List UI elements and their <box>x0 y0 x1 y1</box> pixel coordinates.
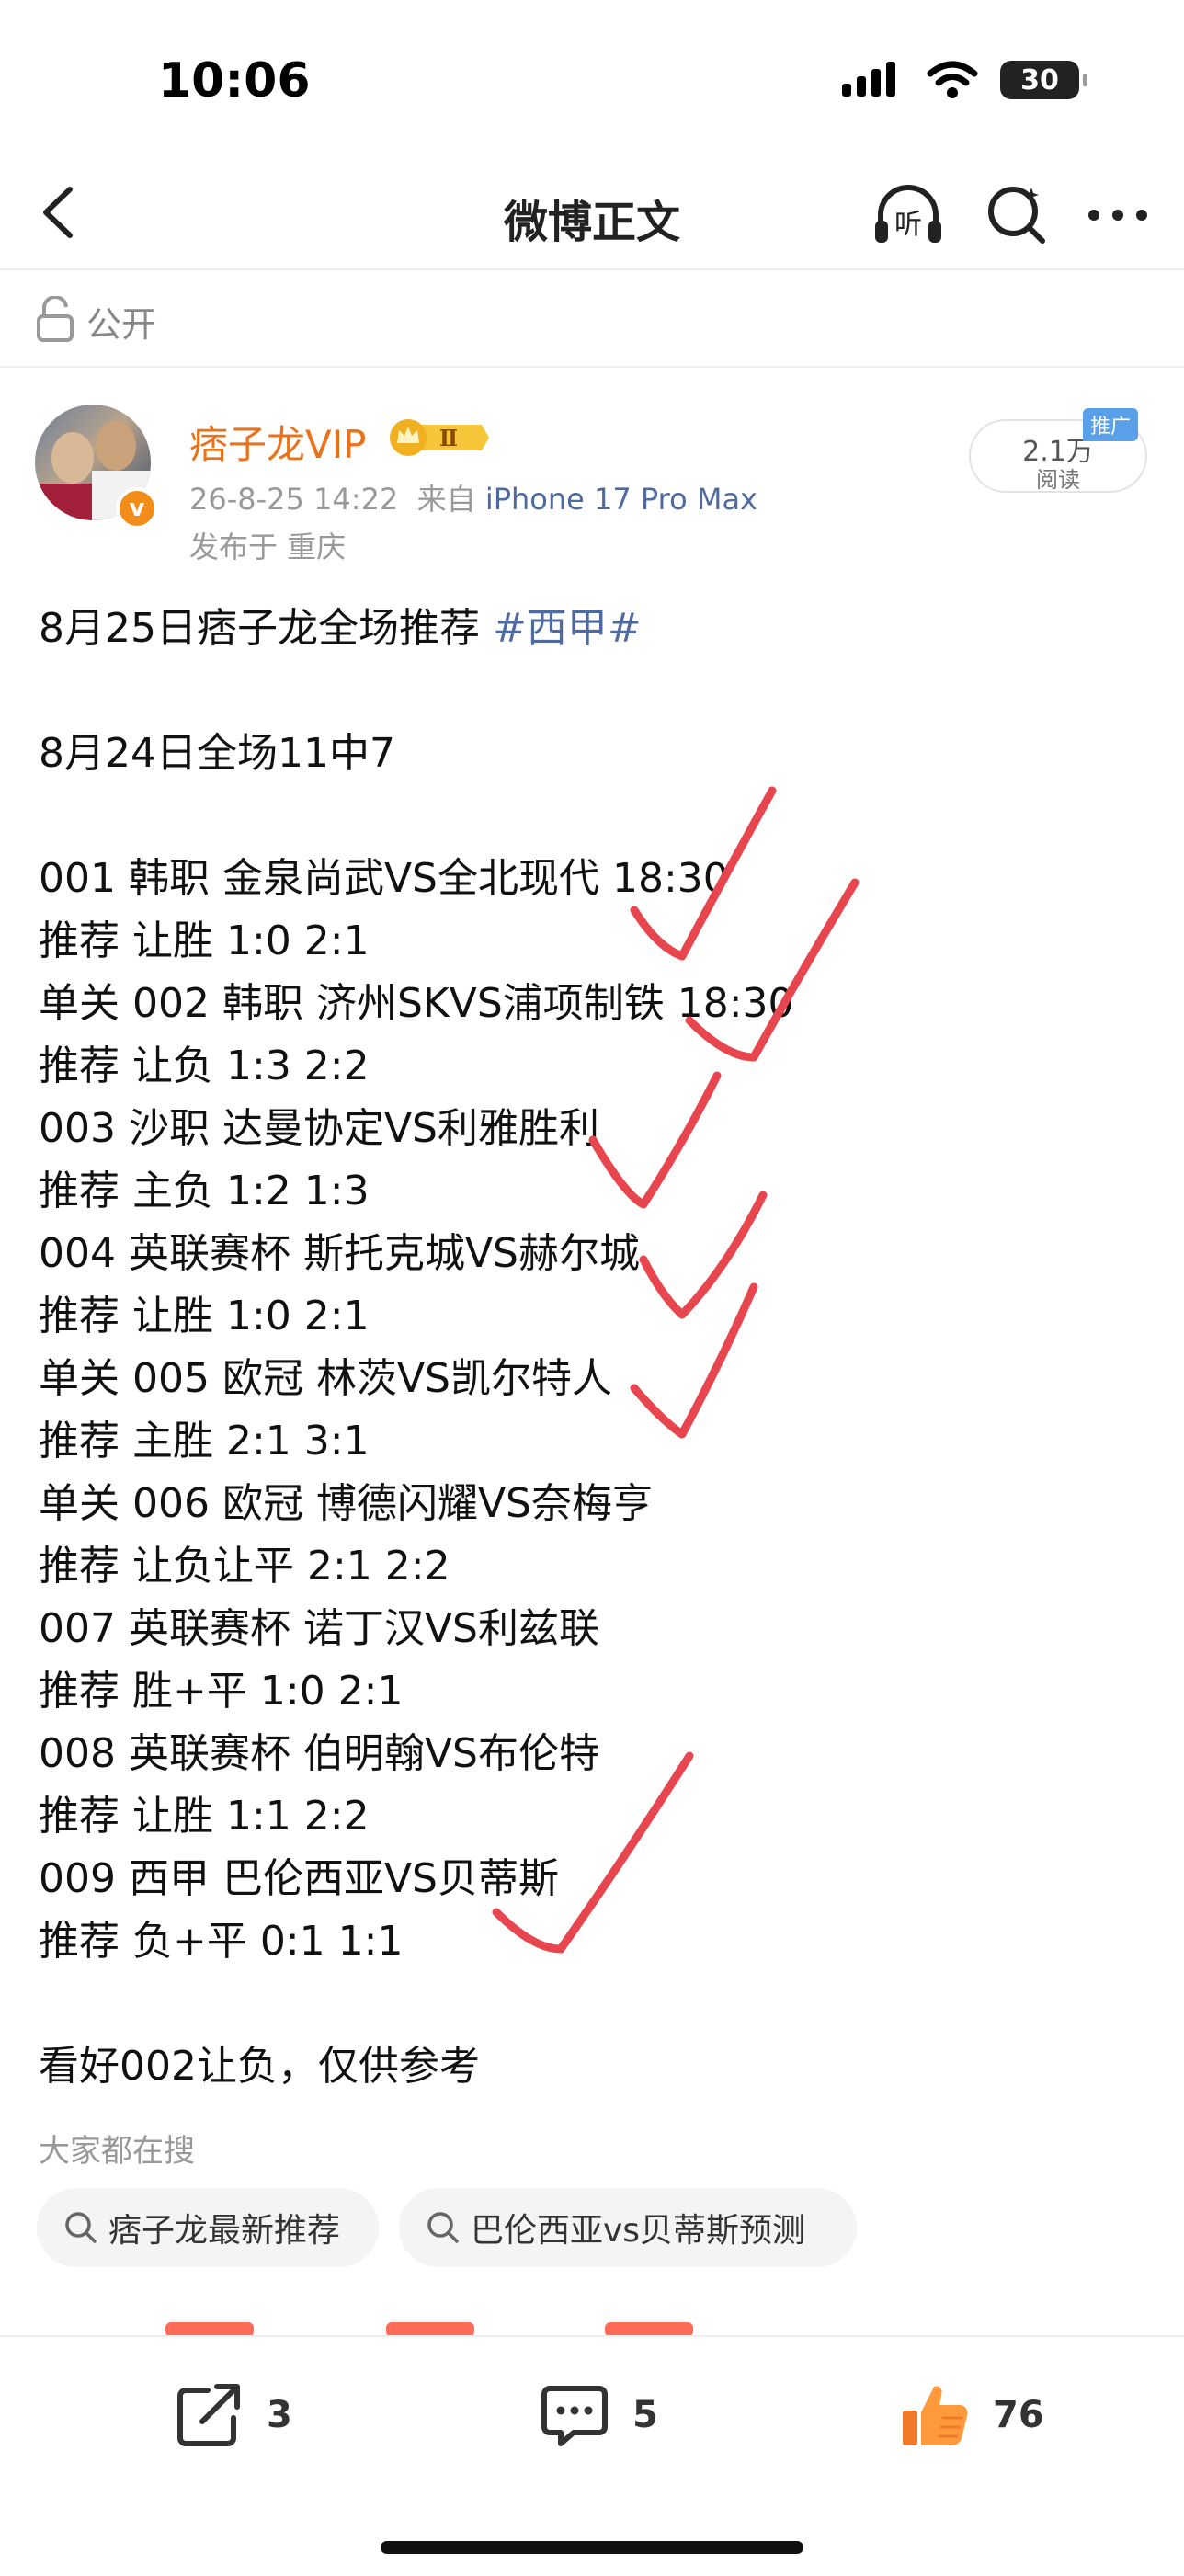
comment-count: 5 <box>632 2394 658 2436</box>
search-icon <box>65 2212 97 2243</box>
listen-button[interactable]: 听 <box>871 178 945 252</box>
more-icon[interactable] <box>1081 178 1155 252</box>
post-body: 8月25日痞子龙全场推荐 #西甲# 8月24日全场11中7 001 韩职 金泉尚武… <box>39 598 1160 2098</box>
status-time: 10:06 <box>158 53 311 108</box>
username[interactable]: 痞子龙VIP <box>189 414 366 470</box>
search-icon[interactable] <box>980 178 1053 252</box>
thumbs-up-icon <box>903 2386 968 2445</box>
trending-chip[interactable]: 痞子龙最新推荐 <box>37 2188 379 2267</box>
post-location: 发布于 重庆 <box>189 530 347 564</box>
avatar-figure <box>96 421 136 471</box>
post-line: 单关 005 欧冠 林茨VS凯尔特人 <box>39 1355 612 1402</box>
battery-icon: 30 <box>1000 61 1087 99</box>
repost-count: 3 <box>267 2394 292 2436</box>
trending-title: 大家都在搜 <box>39 2133 195 2170</box>
status-bar: 10:06 30 <box>0 0 1184 156</box>
home-indicator <box>381 2541 803 2554</box>
post-line: 推荐 负+平 0:1 1:1 <box>39 1918 404 1965</box>
vip-level: Ⅱ <box>439 425 458 451</box>
post-line: 008 英联赛杯 伯明翰VS布伦特 <box>39 1730 599 1777</box>
post-line: 007 英联赛杯 诺丁汉VS利兹联 <box>39 1605 599 1652</box>
post-line: 单关 002 韩职 济州SKVS浦项制铁 18:30 <box>39 980 794 1027</box>
post-line: 单关 006 欧冠 博德闪耀VS奈梅亨 <box>39 1480 653 1527</box>
post-line: 001 韩职 金泉尚武VS全北现代 18:30 <box>39 855 729 902</box>
post-line: 推荐 让胜 1:0 2:1 <box>39 918 370 964</box>
wifi-icon <box>927 61 978 98</box>
trending-chip[interactable]: 巴伦西亚vs贝蒂斯预测 <box>399 2188 857 2267</box>
post-meta: 26-8-25 14:22 来自 iPhone 17 Pro Max <box>189 476 757 519</box>
post-line: 推荐 让负 1:3 2:2 <box>39 1043 370 1089</box>
read-label: 阅读 <box>1036 467 1080 493</box>
post-source[interactable]: iPhone 17 Pro Max <box>485 482 757 517</box>
post-line: 推荐 主负 1:2 1:3 <box>39 1168 370 1214</box>
post-line: 推荐 让负让平 2:1 2:2 <box>39 1543 450 1590</box>
action-bar: 3 5 76 <box>0 2335 1184 2576</box>
hashtag-link[interactable]: #西甲# <box>493 605 642 652</box>
avatar-figure <box>51 432 94 484</box>
post-line: 推荐 胜+平 1:0 2:1 <box>39 1668 404 1715</box>
visibility-label: 公开 <box>86 304 157 345</box>
trending-chip-label: 痞子龙最新推荐 <box>108 2212 341 2250</box>
trending-chip-label: 巴伦西亚vs贝蒂斯预测 <box>471 2212 806 2250</box>
post-line: 推荐 主胜 2:1 3:1 <box>39 1418 370 1465</box>
like-count: 76 <box>993 2394 1044 2436</box>
search-icon <box>427 2212 459 2243</box>
nav-bar: 微博正文 听 <box>0 156 1184 270</box>
lock-open-icon <box>37 296 74 342</box>
repost-button[interactable]: 3 <box>171 2377 292 2453</box>
visibility-row: 公开 <box>0 270 1184 368</box>
comment-icon <box>541 2386 608 2446</box>
vip-crown-badge-icon: Ⅱ <box>390 419 489 456</box>
post-line: 009 西甲 巴伦西亚VS贝蒂斯 <box>39 1855 559 1902</box>
listen-label: 听 <box>894 209 922 241</box>
post-line: 推荐 让胜 1:1 2:2 <box>39 1793 370 1840</box>
share-icon <box>177 2384 240 2446</box>
post-line: 8月24日全场11中7 <box>39 730 395 777</box>
like-button[interactable]: 76 <box>897 2377 1044 2453</box>
headphones-icon: 听 <box>875 185 941 243</box>
source-prefix: 来自 <box>416 482 476 517</box>
cellular-signal-icon <box>842 62 895 97</box>
status-icons: 30 <box>842 61 1087 99</box>
post-line: 看好002让负，仅供参考 <box>39 2043 480 2090</box>
post-line: 004 英联赛杯 斯托克城VS赫尔城 <box>39 1230 640 1277</box>
post-lines: 8月24日全场11中7 001 韩职 金泉尚武VS全北现代 18:30 推荐 让胜 … <box>39 723 1160 2098</box>
post-line: 003 沙职 达曼协定VS利雅胜利 <box>39 1105 599 1152</box>
post-title-line: 8月25日痞子龙全场推荐 #西甲# <box>39 598 1160 660</box>
post-title-text: 8月25日痞子龙全场推荐 <box>39 605 493 652</box>
verified-badge-icon: v <box>116 487 158 530</box>
promo-tag: 推广 <box>1083 408 1139 441</box>
post-date: 26-8-25 14:22 <box>189 482 399 517</box>
comment-button[interactable]: 5 <box>537 2377 658 2453</box>
post-line: 推荐 让胜 1:0 2:1 <box>39 1293 370 1339</box>
